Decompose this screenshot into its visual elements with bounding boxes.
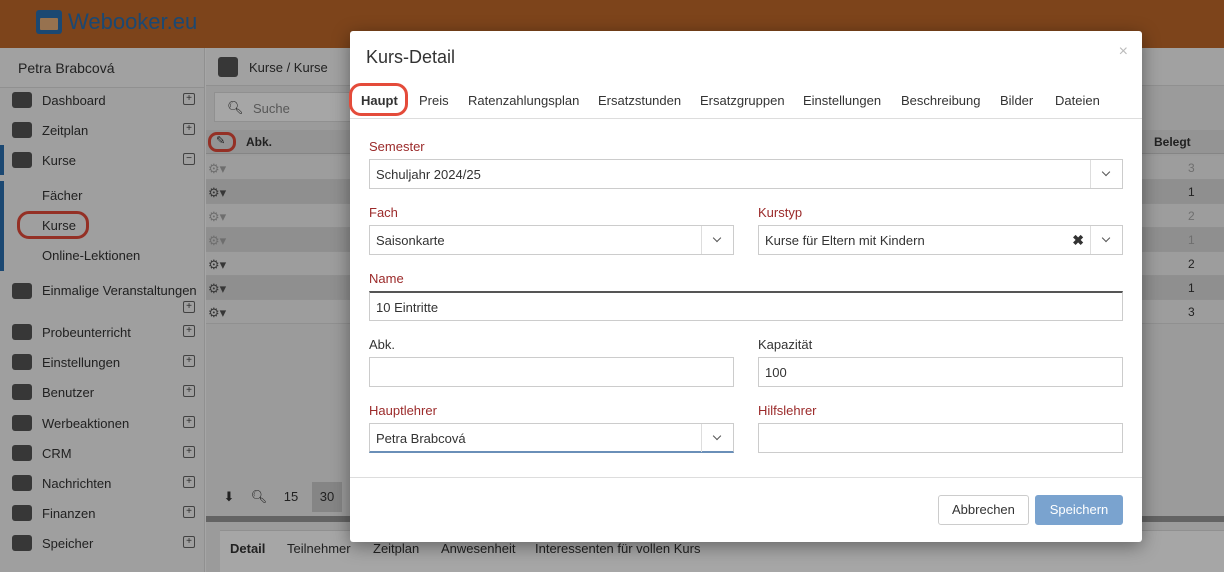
fach-label: Fach — [369, 205, 398, 220]
chevron-down-icon[interactable] — [1090, 226, 1122, 254]
kurstyp-select[interactable]: Kurse für Eltern mit Kindern ✖ — [758, 225, 1123, 255]
tab-preis[interactable]: Preis — [419, 93, 449, 108]
chevron-down-icon[interactable] — [1090, 160, 1122, 188]
chevron-down-icon[interactable] — [701, 226, 733, 254]
hilfslehrer-input[interactable] — [758, 423, 1123, 453]
dialog-title: Kurs-Detail — [366, 47, 456, 67]
kurs-detail-dialog: Kurs-Detail × Haupt Preis Ratenzahlungsp… — [349, 31, 1142, 542]
hauptlehrer-value: Petra Brabcová — [376, 431, 466, 446]
hilfslehrer-label: Hilfslehrer — [758, 403, 817, 418]
abk-input[interactable] — [369, 357, 734, 387]
kurstyp-label: Kurstyp — [758, 205, 803, 220]
hauptlehrer-label: Hauptlehrer — [369, 403, 437, 418]
save-button[interactable]: Speichern — [1035, 495, 1123, 525]
tab-ersatzstunden[interactable]: Ersatzstunden — [598, 93, 681, 108]
clear-icon[interactable]: ✖ — [1072, 232, 1084, 249]
tab-beschreibung[interactable]: Beschreibung — [901, 93, 981, 108]
cancel-button[interactable]: Abbrechen — [938, 495, 1029, 525]
semester-value: Schuljahr 2024/25 — [376, 167, 481, 182]
name-label: Name — [369, 271, 404, 286]
fach-select[interactable]: Saisonkarte — [369, 225, 734, 255]
semester-select[interactable]: Schuljahr 2024/25 — [369, 159, 1123, 189]
tab-ersatzgruppen[interactable]: Ersatzgruppen — [700, 93, 785, 108]
semester-label: Semester — [369, 139, 425, 154]
kapazitaet-input[interactable]: 100 — [758, 357, 1123, 387]
kurstyp-value: Kurse für Eltern mit Kindern — [765, 233, 925, 248]
fach-value: Saisonkarte — [376, 233, 445, 248]
hauptlehrer-select[interactable]: Petra Brabcová — [369, 423, 734, 453]
close-icon[interactable]: × — [1119, 43, 1128, 61]
chevron-down-icon[interactable] — [701, 424, 733, 452]
tab-haupt[interactable]: Haupt — [361, 93, 398, 108]
dialog-footer: Abbrechen Speichern — [350, 477, 1142, 542]
name-input[interactable]: 10 Eintritte — [369, 291, 1123, 321]
dialog-tabs: Haupt Preis Ratenzahlungsplan Ersatzstun… — [349, 83, 1142, 119]
tab-dateien[interactable]: Dateien — [1055, 93, 1100, 108]
tab-einstellungen[interactable]: Einstellungen — [803, 93, 881, 108]
tab-ratenzahlungsplan[interactable]: Ratenzahlungsplan — [468, 93, 579, 108]
tab-bilder[interactable]: Bilder — [1000, 93, 1033, 108]
kapazitaet-label: Kapazität — [758, 337, 813, 352]
abk-label: Abk. — [369, 337, 396, 352]
